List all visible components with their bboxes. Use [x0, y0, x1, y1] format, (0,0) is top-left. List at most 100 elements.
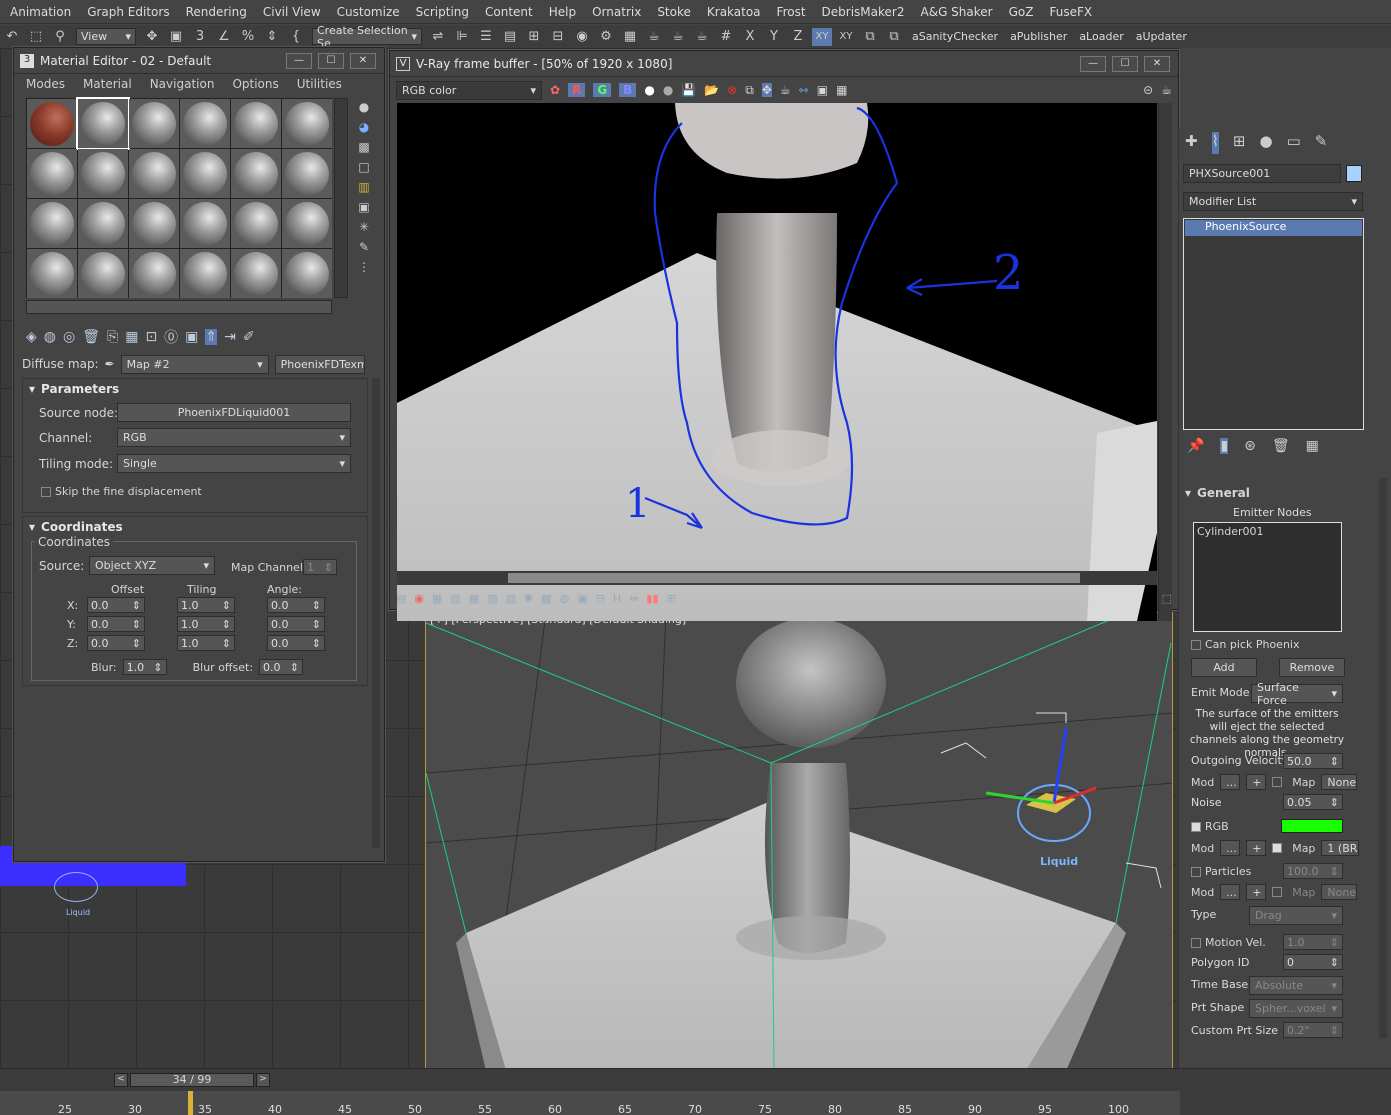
sample-slot[interactable]: [180, 249, 230, 298]
curve-editor-icon[interactable]: ⊞: [524, 28, 544, 46]
command-panel-scrollbar[interactable]: [1379, 478, 1387, 1038]
eyedropper-icon[interactable]: ✒: [105, 357, 115, 371]
offset-y-spinner[interactable]: 0.0 ⇕: [87, 616, 145, 632]
vfb-maximize-button[interactable]: ☐: [1112, 55, 1138, 72]
render-frame-icon[interactable]: ▦: [620, 28, 640, 46]
render-teapot-icon[interactable]: ☕: [1161, 83, 1172, 97]
vfb-scrollbar-vertical[interactable]: [1158, 103, 1172, 621]
sample-slot[interactable]: [27, 149, 77, 198]
modifier-stack-item[interactable]: PhoenixSource: [1185, 220, 1362, 236]
menu-a-g-shaker[interactable]: A&G Shaker: [921, 5, 993, 19]
make-unique-icon[interactable]: ⊛: [1244, 438, 1256, 454]
sample-slot[interactable]: [129, 99, 179, 148]
save-image-icon[interactable]: 💾: [681, 83, 696, 97]
map-name-field[interactable]: Map #2 ▾: [120, 354, 269, 374]
snap-icon[interactable]: 3: [190, 28, 210, 46]
ocio-icon[interactable]: ◍: [560, 592, 570, 605]
color-channels-icon[interactable]: ✿: [550, 83, 560, 97]
red-channel-button[interactable]: R: [568, 83, 586, 97]
menu-frost[interactable]: Frost: [777, 5, 806, 19]
link-to-max-icon[interactable]: ⇿: [799, 83, 809, 97]
script-aloader[interactable]: aLoader: [1079, 30, 1123, 43]
menu-krakatoa[interactable]: Krakatoa: [707, 5, 761, 19]
view-dropdown[interactable]: View ▾: [76, 28, 136, 45]
scene-explorer-icon[interactable]: ▤: [500, 28, 520, 46]
vfb-titlebar[interactable]: V V-Ray frame buffer - [50% of 1920 x 10…: [390, 51, 1178, 77]
sample-slot[interactable]: [129, 249, 179, 298]
render-icon[interactable]: ☕: [644, 28, 664, 46]
remove-button[interactable]: Remove: [1279, 658, 1345, 677]
exposure-icon[interactable]: ◉: [414, 592, 424, 605]
show-shaded-icon[interactable]: ⓪: [164, 327, 178, 347]
emitter-node-item[interactable]: Cylinder001: [1197, 525, 1264, 538]
prt-shape-dropdown[interactable]: Spher...voxel ▾: [1249, 999, 1343, 1018]
coord-source-dropdown[interactable]: Object XYZ ▾: [89, 556, 215, 575]
velocity-map-checkbox[interactable]: [1272, 777, 1283, 787]
sample-slot[interactable]: [129, 149, 179, 198]
axis-y-button[interactable]: Y: [764, 28, 784, 46]
go-to-parent-icon[interactable]: ⇑: [205, 329, 218, 345]
particles-map-button[interactable]: None: [1321, 884, 1358, 900]
menu-fusefx[interactable]: FuseFX: [1049, 5, 1092, 19]
region-render-icon[interactable]: ▣: [817, 83, 828, 97]
rgb-map-checkbox[interactable]: [1272, 843, 1283, 853]
close-button[interactable]: ✕: [350, 52, 376, 69]
can-pick-checkbox[interactable]: [1191, 640, 1201, 650]
background-icon[interactable]: ▩: [358, 140, 369, 154]
offset-z-spinner[interactable]: 0.0 ⇕: [87, 635, 145, 651]
tiling-z-spinner[interactable]: 1.0 ⇕: [177, 635, 235, 651]
assign-to-selection-icon[interactable]: ◎: [63, 329, 75, 345]
menu-options[interactable]: Options: [232, 77, 278, 91]
mono-icon[interactable]: ●: [663, 83, 673, 97]
material-id-icon[interactable]: ⊡: [145, 329, 157, 345]
channel-dropdown[interactable]: RGB ▾: [117, 428, 351, 447]
pick-material-icon[interactable]: ✐: [243, 329, 255, 345]
align-icon[interactable]: ⊫: [452, 28, 472, 46]
coordinates-rollout-header[interactable]: ▾ Coordinates: [23, 517, 367, 537]
map-type-button[interactable]: PhoenixFDTexmap: [274, 354, 365, 374]
axis-x-button[interactable]: X: [740, 28, 760, 46]
move-icon[interactable]: ✥: [142, 28, 162, 46]
rendered-image[interactable]: 2 1: [397, 103, 1157, 621]
menu-help[interactable]: Help: [549, 5, 576, 19]
sample-slot[interactable]: [282, 199, 332, 248]
source-node-button[interactable]: PhoenixFDLiquid001: [117, 403, 351, 422]
motion-vel-checkbox[interactable]: [1191, 938, 1201, 948]
backlight-icon[interactable]: ◕: [359, 120, 369, 134]
motion-vel-row[interactable]: Motion Vel.: [1191, 936, 1266, 949]
stop-render-icon[interactable]: ⊝: [1143, 83, 1153, 97]
polygon-id-spinner[interactable]: 0 ⇕: [1283, 954, 1343, 970]
menu-material[interactable]: Material: [83, 77, 132, 91]
particles-checkbox[interactable]: [1191, 867, 1201, 877]
rgb-mod-add-button[interactable]: +: [1246, 840, 1267, 856]
rgb-row[interactable]: RGB: [1191, 820, 1229, 833]
sample-slot[interactable]: [180, 99, 230, 148]
lut-icon[interactable]: ▩: [541, 592, 551, 605]
sample-slot[interactable]: [27, 249, 77, 298]
mirror-icon[interactable]: ⇌: [428, 28, 448, 46]
maximize-button[interactable]: ☐: [318, 52, 344, 69]
hierarchy-tab-icon[interactable]: ⊞: [1233, 132, 1246, 154]
menu-utilities[interactable]: Utilities: [297, 77, 342, 91]
pixel-info-icon[interactable]: ⊞: [667, 592, 676, 605]
velocity-map-button[interactable]: None: [1321, 774, 1358, 790]
sample-slot[interactable]: [282, 99, 332, 148]
custom-prt-size-spinner[interactable]: 0.2" ⇕: [1283, 1022, 1343, 1038]
sample-slot[interactable]: [180, 149, 230, 198]
menu-debrismaker2[interactable]: DebrisMaker2: [822, 5, 905, 19]
modify-tab-icon[interactable]: ⌇: [1211, 132, 1219, 154]
menu-ornatrix[interactable]: Ornatrix: [592, 5, 641, 19]
timeline-playhead[interactable]: [188, 1091, 193, 1115]
script2-icon[interactable]: ⧉: [884, 28, 904, 46]
vfb-scrollbar-thumb[interactable]: [508, 573, 1080, 583]
menu-rendering[interactable]: Rendering: [186, 5, 247, 19]
link-icon[interactable]: ⚲: [50, 28, 70, 46]
modifier-list-dropdown[interactable]: Modifier List ▾: [1183, 192, 1363, 211]
blue-channel-button[interactable]: B: [619, 83, 637, 97]
history-icon[interactable]: ▦: [836, 83, 847, 97]
time-base-dropdown[interactable]: Absolute ▾: [1249, 976, 1343, 995]
sample-slot[interactable]: [282, 249, 332, 298]
script-aupdater[interactable]: aUpdater: [1136, 30, 1187, 43]
particles-map-checkbox[interactable]: [1272, 887, 1283, 897]
green-channel-button[interactable]: G: [593, 83, 612, 97]
